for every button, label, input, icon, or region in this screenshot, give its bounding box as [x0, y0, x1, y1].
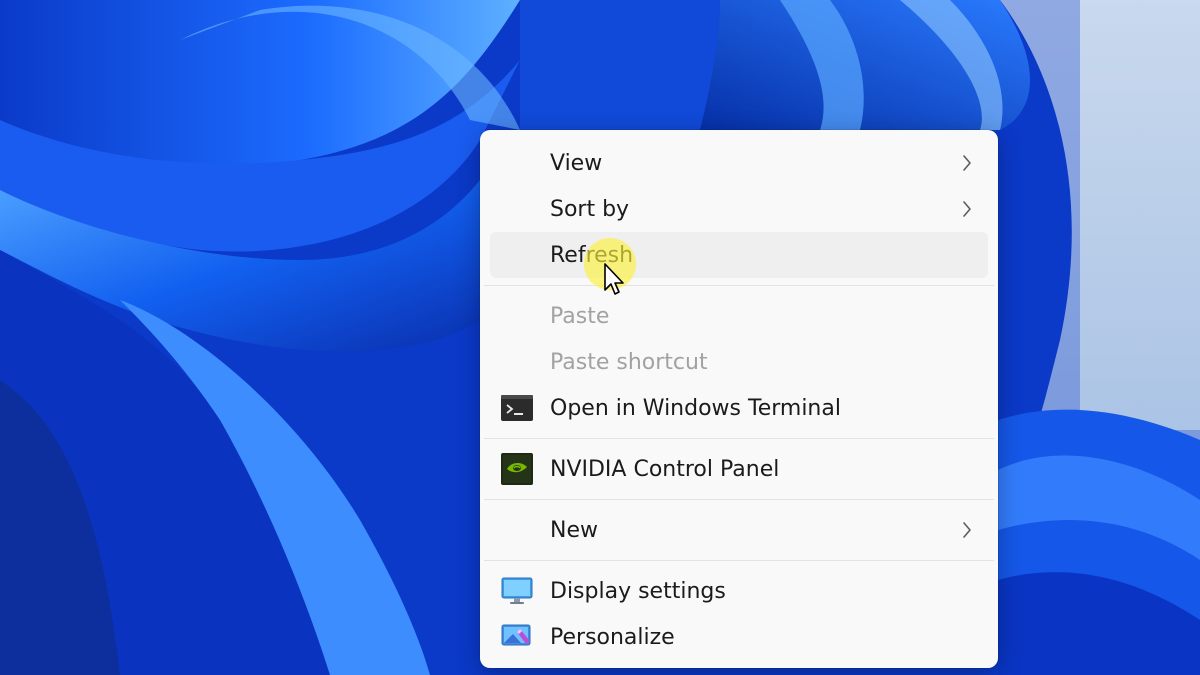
menu-item-refresh[interactable]: Refresh	[490, 232, 988, 278]
menu-item-open-in-windows-terminal[interactable]: Open in Windows Terminal	[490, 385, 988, 431]
menu-item-sort-by[interactable]: Sort by	[490, 186, 988, 232]
desktop[interactable]: View Sort by Refresh Paste Paste shortcu…	[0, 0, 1200, 675]
menu-item-view-label: View	[550, 150, 603, 176]
menu-item-view[interactable]: View	[490, 140, 988, 186]
menu-item-nvidia-control-panel-label: NVIDIA Control Panel	[550, 456, 780, 482]
menu-item-paste-shortcut-label: Paste shortcut	[550, 349, 708, 375]
desktop-context-menu: View Sort by Refresh Paste Paste shortcu…	[480, 130, 998, 668]
menu-item-open-in-windows-terminal-label: Open in Windows Terminal	[550, 395, 841, 421]
menu-item-personalize-label: Personalize	[550, 624, 675, 650]
chevron-right-icon	[963, 522, 971, 538]
menu-item-new[interactable]: New	[490, 507, 988, 553]
personalize-icon	[500, 623, 534, 651]
menu-item-sort-by-label: Sort by	[550, 196, 630, 222]
menu-item-paste-shortcut: Paste shortcut	[490, 339, 988, 385]
menu-separator	[484, 285, 994, 286]
menu-item-display-settings-label: Display settings	[550, 578, 726, 604]
nvidia-icon	[500, 453, 534, 485]
menu-separator	[484, 499, 994, 500]
menu-item-paste-label: Paste	[550, 303, 610, 329]
menu-item-display-settings[interactable]: Display settings	[490, 568, 988, 614]
display-icon	[500, 577, 534, 605]
chevron-right-icon	[963, 201, 971, 217]
menu-separator	[484, 560, 994, 561]
terminal-icon	[500, 394, 534, 422]
menu-item-new-label: New	[550, 517, 598, 543]
chevron-right-icon	[963, 155, 971, 171]
menu-item-paste: Paste	[490, 293, 988, 339]
menu-item-nvidia-control-panel[interactable]: NVIDIA Control Panel	[490, 446, 988, 492]
menu-separator	[484, 438, 994, 439]
menu-item-personalize[interactable]: Personalize	[490, 614, 988, 660]
menu-item-refresh-label: Refresh	[550, 242, 634, 268]
